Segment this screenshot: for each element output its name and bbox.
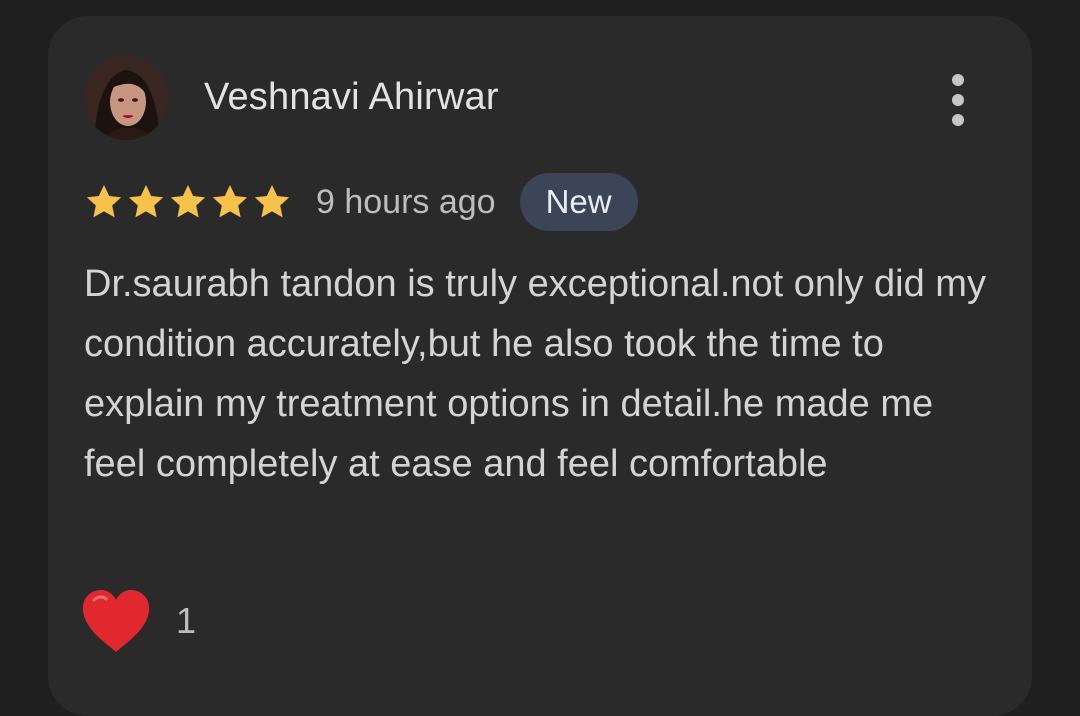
review-meta: 9 hours ago New <box>84 173 638 231</box>
more-vert-icon[interactable] <box>944 74 972 126</box>
avatar[interactable] <box>84 56 168 140</box>
review-time: 9 hours ago <box>316 182 496 221</box>
star-rating <box>84 182 292 222</box>
new-badge: New <box>519 173 638 231</box>
reaction-row: 1 <box>80 588 196 654</box>
star-icon <box>86 185 122 218</box>
star-icon <box>170 185 206 218</box>
author-name[interactable]: Veshnavi Ahirwar <box>204 76 499 119</box>
review-text: Dr.saurabh tandon is truly exceptional.n… <box>84 263 986 485</box>
avatar-image <box>84 56 168 140</box>
star-icon <box>212 185 248 218</box>
heart-icon[interactable] <box>80 588 152 654</box>
star-icon <box>128 185 164 218</box>
reaction-count[interactable]: 1 <box>176 600 196 642</box>
star-icon <box>254 185 290 218</box>
review-card: Veshnavi Ahirwar 9 hours ago New Dr.saur… <box>48 16 1032 716</box>
